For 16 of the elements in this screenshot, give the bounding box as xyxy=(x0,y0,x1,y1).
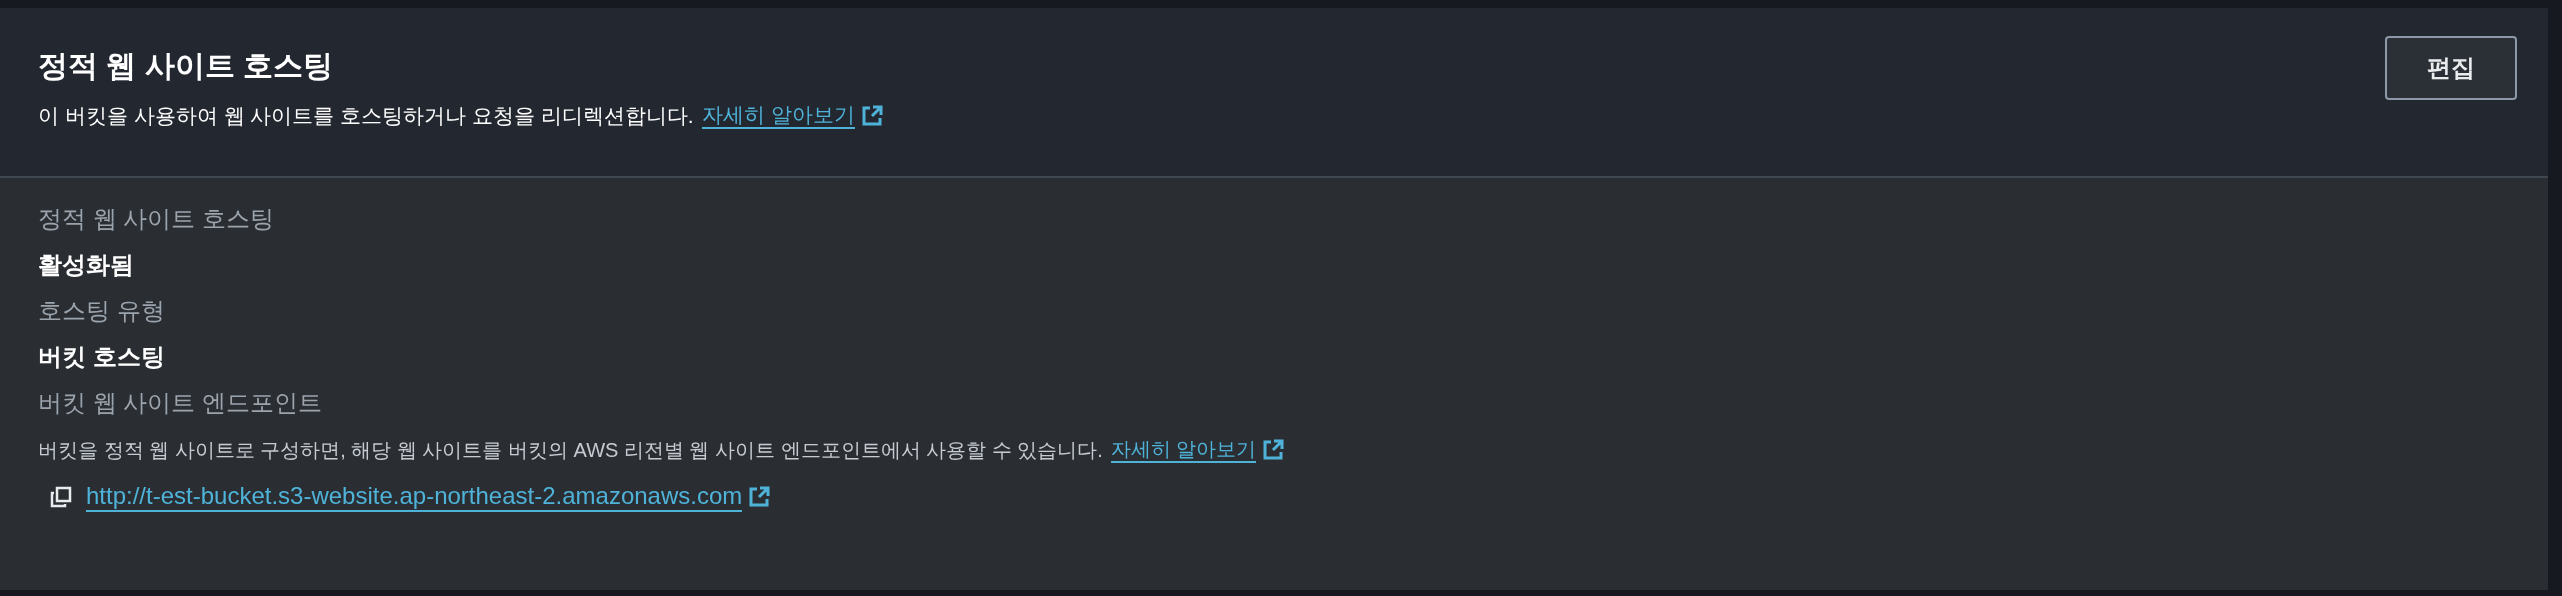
panel-title: 정적 웹 사이트 호스팅 xyxy=(38,48,334,84)
panel-description: 이 버킷을 사용하여 웹 사이트를 호스팅하거나 요청을 리디렉션합니다. xyxy=(38,103,694,129)
property-label: 버킷 웹 사이트 엔드포인트 xyxy=(38,388,323,418)
learn-more-link[interactable]: 자세히 알아보기 xyxy=(1110,437,1257,463)
external-link-icon xyxy=(748,485,771,508)
copy-icon[interactable] xyxy=(50,485,72,508)
property-label: 정적 웹 사이트 호스팅 xyxy=(38,204,275,234)
property-value: 활성화됨 xyxy=(38,250,135,280)
learn-more-link[interactable]: 자세히 알아보기 xyxy=(701,102,855,130)
property-label: 호스팅 유형 xyxy=(38,296,166,326)
edit-button[interactable]: 편집 xyxy=(2385,36,2517,100)
external-link-icon xyxy=(860,105,883,127)
external-link-icon xyxy=(1262,439,1285,461)
endpoint-description: 버킷을 정적 웹 사이트로 구성하면, 해당 웹 사이트를 버킷의 AWS 리전별 웹 사이트 엔드포인트에서 사용할 수 있습니다. xyxy=(38,438,1103,463)
endpoint-url-link[interactable]: http://t-est-bucket.s3-website.ap-northeast-2.amazonaws.com xyxy=(86,482,743,512)
property-value: 버킷 호스팅 xyxy=(38,342,166,372)
